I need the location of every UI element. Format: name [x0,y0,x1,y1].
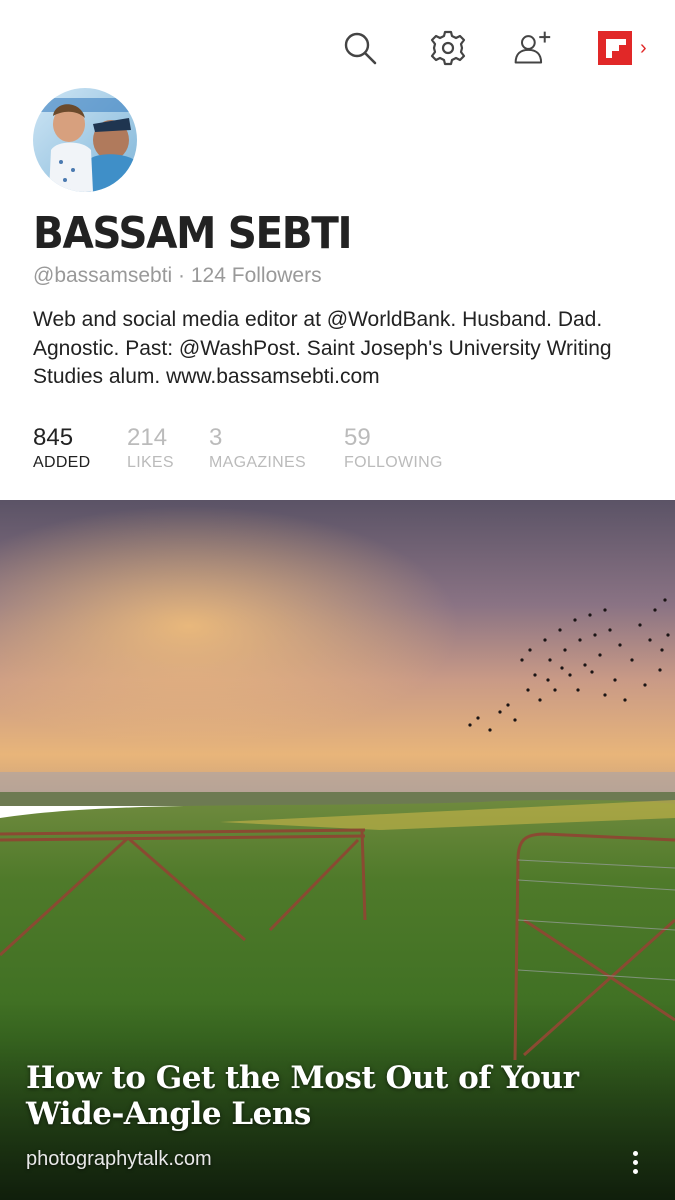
stat-added-value: 845 [33,424,74,451]
profile-bio: Web and social media editor at @WorldBan… [33,308,612,388]
stat-magazines-label: MAGAZINES [209,454,306,471]
top-toolbar: › [0,0,675,96]
stat-added[interactable]: 845 ADDED [33,424,91,474]
search-icon [344,32,377,65]
article-source[interactable]: photographytalk.com [26,1148,212,1171]
stat-following-value: 59 [344,424,371,451]
stat-following-label: FOLLOWING [344,454,443,471]
article-title[interactable]: How to Get the Most Out of Your Wide-Ang… [26,1060,656,1132]
stat-likes[interactable]: 214 LIKES [127,424,174,474]
stat-following[interactable]: 59 FOLLOWING [344,424,443,474]
profile-handle-followers[interactable]: @bassamsebti · 124 Followers [33,263,322,289]
settings-button[interactable] [428,28,468,68]
gear-icon [430,30,466,66]
stat-likes-label: LIKES [127,454,174,471]
article-card[interactable]: How to Get the Most Out of Your Wide-Ang… [0,500,675,1200]
flipboard-logo-icon [598,31,632,65]
stat-magazines-value: 3 [209,424,223,451]
add-user-button[interactable] [512,28,552,68]
flipboard-menu-button[interactable]: › [598,28,654,68]
avatar[interactable] [33,88,137,192]
chevron-right-icon: › [640,37,647,59]
stat-likes-value: 214 [127,424,168,451]
stat-magazines[interactable]: 3 MAGAZINES [209,424,306,474]
profile-name: BASSAM SEBTI [33,208,353,259]
search-button[interactable] [340,28,380,68]
add-user-icon [514,31,551,64]
more-vertical-icon[interactable] [622,1144,648,1180]
stat-added-label: ADDED [33,454,91,471]
